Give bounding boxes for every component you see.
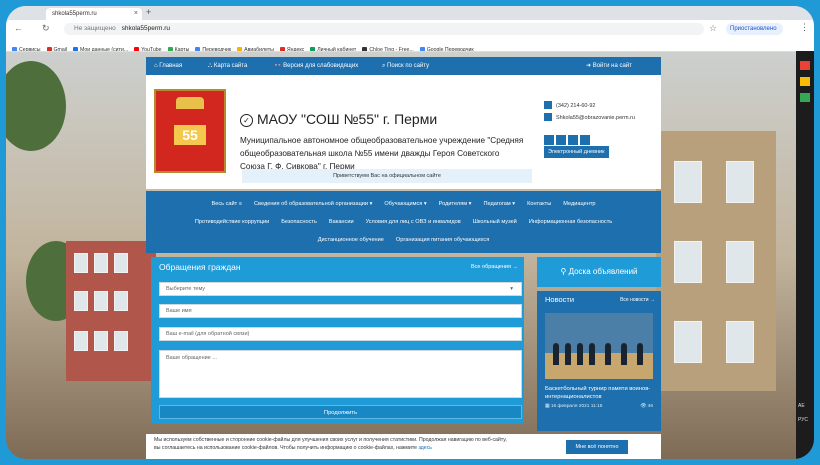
citizen-appeal-form: Обращения граждан Все обращения → Выбери… (151, 257, 524, 424)
name-field[interactable]: Ваше имя (159, 304, 522, 318)
chevron-down-icon: ▾ (510, 286, 513, 292)
main-nav-item[interactable]: Медиацентр (563, 201, 595, 207)
main-nav-item[interactable]: Педагогам ▾ (483, 201, 515, 207)
school-description: Муниципальное автономное общеобразовател… (240, 136, 524, 171)
building-right (656, 131, 776, 391)
all-news-link[interactable]: Все новости → (620, 297, 655, 303)
news-image[interactable] (545, 313, 653, 379)
main-nav-item[interactable]: Вакансии (329, 219, 354, 225)
all-appeals-link[interactable]: Все обращения → (471, 264, 518, 270)
tree (6, 61, 66, 151)
profile-sync-button[interactable]: Приостановлено (726, 23, 783, 35)
cookie-text: Мы используем собственные и сторонние co… (154, 437, 507, 451)
main-nav-item[interactable]: Противодействие коррупции (195, 219, 269, 225)
ok-icon[interactable] (568, 135, 578, 145)
app-icon[interactable] (800, 77, 810, 86)
app-icon[interactable] (800, 61, 810, 70)
school-emblem-logo[interactable]: 55 (154, 89, 226, 173)
mail-icon (544, 113, 552, 121)
url-text: shkola55perm.ru (121, 25, 171, 32)
security-label[interactable]: Не защищено (74, 25, 116, 32)
app-icon[interactable] (800, 93, 810, 102)
taskbar-lang[interactable]: РУС (798, 417, 808, 423)
nav-search[interactable]: ⌕ Поиск по сайту (382, 57, 429, 75)
news-item-date: ▦ 16 февраля 2021 11:15 (545, 404, 603, 409)
electronic-diary-button[interactable]: Электронный дневник (544, 146, 609, 158)
top-navigation: ⌂ Главная ⛬ Карта сайта 👓 Версия для сла… (146, 57, 661, 75)
phone-icon (544, 101, 552, 109)
crown-icon (176, 97, 204, 109)
address-bar: ← ↻ Не защищено shkola55perm.ru ☆ Приост… (6, 20, 814, 39)
announcement-board-button[interactable]: ⚲ Доска объявлений (537, 257, 661, 287)
main-nav-item[interactable]: Контакты (527, 201, 551, 207)
accept-cookies-button[interactable]: Мне всё понятно (566, 440, 628, 454)
main-nav-item[interactable]: Дистанционное обучение (318, 237, 384, 243)
main-nav-item[interactable]: Весь сайт ≡ (211, 201, 242, 207)
share-icon[interactable] (544, 135, 554, 145)
main-nav-item[interactable]: Родителям ▾ (439, 201, 472, 207)
message-textarea[interactable]: Ваше обращение ... (159, 350, 522, 398)
browser-tab-title: shkola55perm.ru (52, 11, 97, 17)
bookmark-star-icon[interactable]: ☆ (709, 23, 717, 34)
contacts-block: (342) 214-60-92 Shkola55@obrazovanie.per… (544, 101, 635, 125)
new-tab-icon[interactable]: + (146, 7, 151, 17)
email-link[interactable]: Shkola55@obrazovanie.perm.ru (556, 115, 635, 121)
continue-button[interactable]: Продолжить (159, 405, 522, 419)
sidebar: ⚲ Доска объявлений Новости Все новости →… (537, 257, 661, 431)
browser-tabbar: shkola55perm.ru × + (6, 6, 814, 20)
news-block: Новости Все новости → Баскетбольный турн… (537, 291, 661, 431)
taskbar-time-label: АЕ (798, 403, 805, 409)
main-nav-item[interactable]: Школьный музей (473, 219, 517, 225)
main-nav-item[interactable]: Обучающимся ▾ (384, 201, 426, 207)
main-navigation: Весь сайт ≡ Сведения об образовательной о… (146, 191, 661, 253)
telegram-icon[interactable] (580, 135, 590, 145)
close-icon[interactable]: × (134, 8, 138, 20)
emblem-number: 55 (174, 125, 206, 145)
screen: shkola55perm.ru × + ← ↻ Не защищено shko… (6, 6, 814, 459)
form-title: Обращения граждан (159, 262, 241, 272)
reload-icon[interactable]: ↻ (42, 23, 50, 34)
news-item-views: 👁 46 (640, 404, 653, 409)
main-nav-item[interactable]: Организация питания обучающихся (396, 237, 489, 243)
main-nav-item[interactable]: Информационная безопасность (529, 219, 612, 225)
vk-icon[interactable] (556, 135, 566, 145)
url-field[interactable]: Не защищено shkola55perm.ru (64, 23, 704, 35)
phone-number[interactable]: (342) 214-60-92 (556, 103, 595, 109)
nav-home[interactable]: ⌂ Главная (154, 57, 182, 75)
nav-login[interactable]: ➜ Войти на сайт (586, 57, 632, 75)
building-left (66, 241, 156, 381)
main-nav-item[interactable]: Безопасность (281, 219, 317, 225)
browser-tab[interactable]: shkola55perm.ru × (46, 8, 142, 20)
bookmarks-bar: Сервисы Gmail Мои данные (сити... YouTube Ка… (6, 38, 814, 52)
back-icon[interactable]: ← (14, 23, 23, 33)
main-nav-item[interactable]: Условия для лиц с ОВЗ и инвалидов (366, 219, 461, 225)
main-nav-item[interactable]: Сведения об образовательной организации … (254, 201, 372, 207)
taskbar: АЕ РУС (796, 51, 814, 459)
check-circle-icon: ✓ (240, 114, 253, 127)
page-title: ✓ МАОУ "СОШ №55" г. Перми (240, 111, 437, 127)
news-title: Новости (545, 295, 575, 304)
nav-sitemap[interactable]: ⛬ Карта сайта (208, 57, 247, 75)
cookie-link[interactable]: здесь (419, 445, 432, 451)
news-item-title[interactable]: Баскетбольный турнир памяти воинов-интер… (545, 385, 657, 401)
topic-select[interactable]: Выберите тему ▾ (159, 282, 522, 296)
browser-menu-icon[interactable]: ⋮ (800, 22, 809, 33)
cookie-banner: Мы используем собственные и сторонние co… (146, 434, 661, 459)
greeting-banner: Приветствуем Вас на официальном сайте (242, 169, 532, 183)
email-field[interactable]: Ваш e-mail (для обратной связи) (159, 327, 522, 341)
nav-low-vision[interactable]: 👓 Версия для слабовидящих (274, 57, 358, 75)
